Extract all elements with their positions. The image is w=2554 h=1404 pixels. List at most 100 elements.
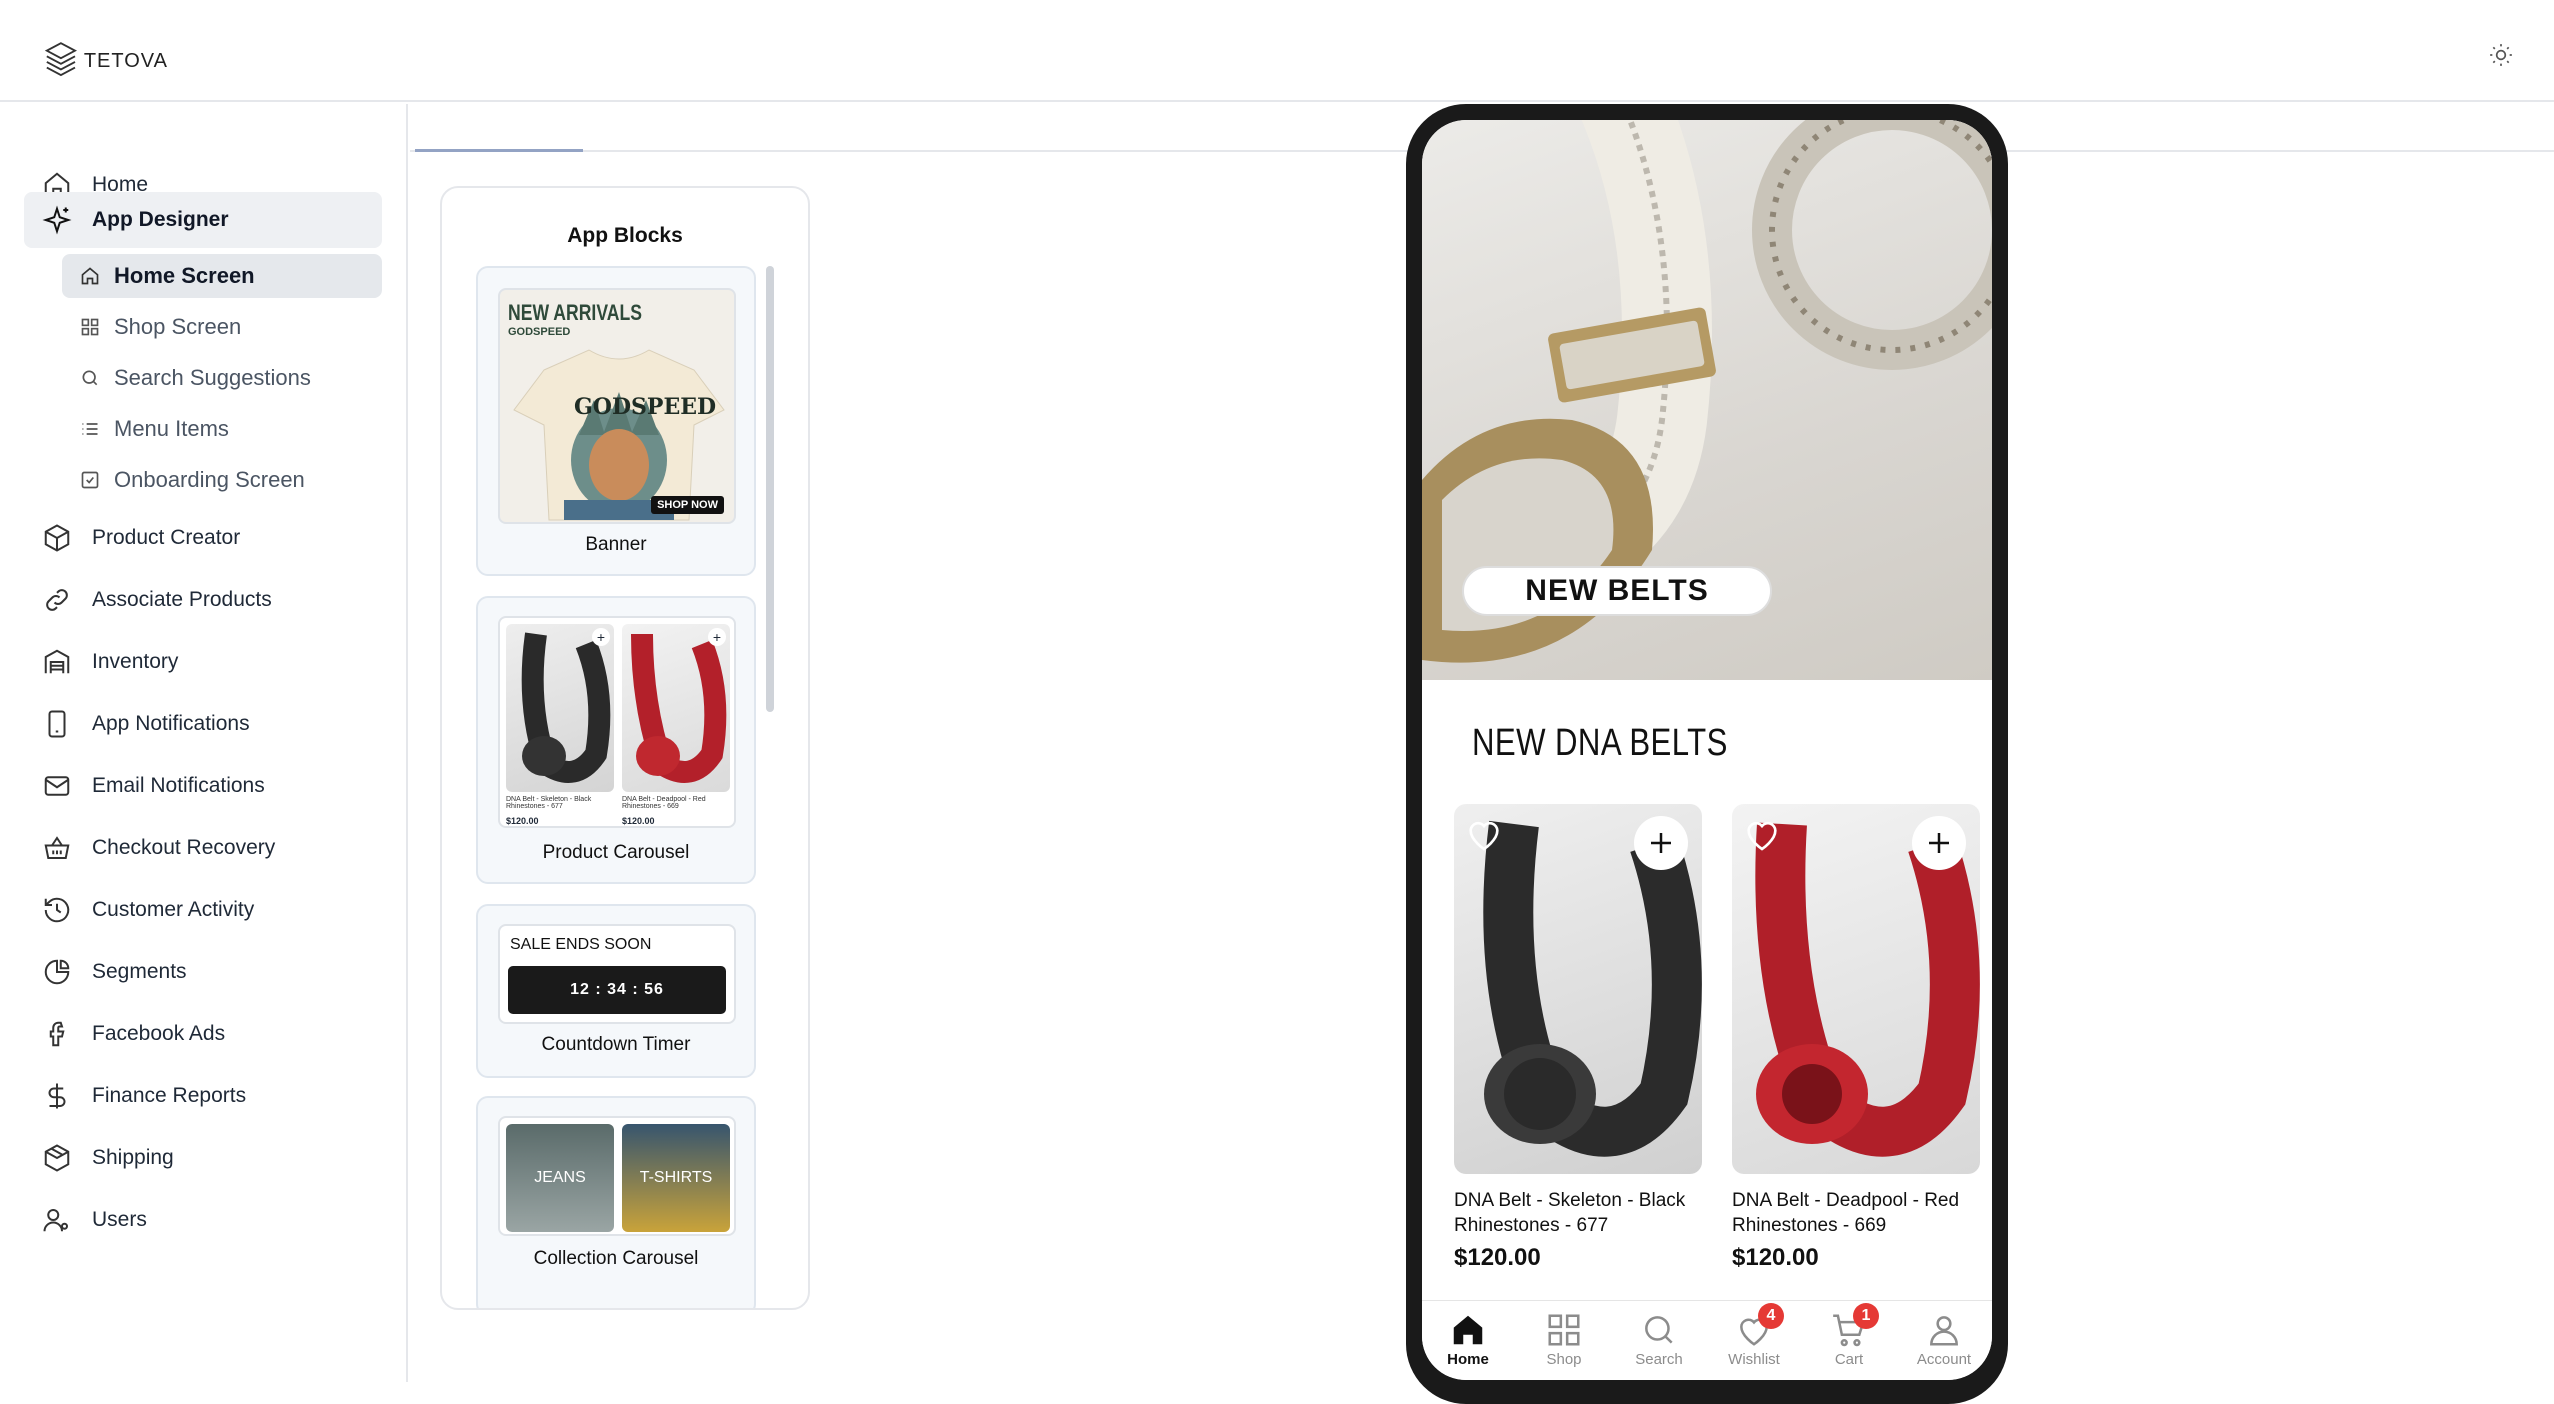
sidebar-item-segments[interactable]: Segments [24, 944, 382, 1000]
plus-icon: + [708, 628, 726, 646]
block-banner[interactable]: NEW ARRIVALS GODSPEED GODSPEED SHOP NOW … [476, 266, 756, 576]
timer-thumbnail: SALE ENDS SOON 12 : 34 : 56 [498, 924, 736, 1024]
top-bar: TETOVA [0, 0, 2554, 102]
heart-icon[interactable] [1742, 814, 1782, 854]
sidebar-item-label: Facebook Ads [92, 1022, 226, 1045]
tab-cart[interactable]: 1 Cart [1809, 1303, 1889, 1368]
sidebar: Home App Designer Home Screen Shop Scree… [0, 104, 408, 1382]
tab-label: Account [1916, 1351, 1972, 1368]
sidebar-subitem-label: Home Screen [114, 263, 255, 288]
heart-icon[interactable] [1464, 814, 1504, 854]
svg-text:GODSPEED: GODSPEED [574, 394, 716, 420]
block-collection-carousel[interactable]: JEANS T-SHIRTS Collection Carousel [476, 1096, 756, 1308]
sidebar-item-app-designer[interactable]: App Designer [24, 192, 382, 248]
sidebar-subitem-onboarding-screen[interactable]: Onboarding Screen [62, 458, 382, 502]
tab-label: Shop [1546, 1351, 1582, 1368]
active-tab-indicator [415, 149, 583, 152]
timer-thumb-time: 12 : 34 : 56 [508, 966, 726, 1014]
pie-chart-icon [44, 959, 70, 985]
block-product-carousel[interactable]: + DNA Belt - Skeleton - Black Rhinestone… [476, 596, 756, 884]
tab-label: Cart [1834, 1351, 1864, 1368]
users-icon [43, 1209, 68, 1232]
sidebar-item-label: Finance Reports [92, 1084, 247, 1107]
carousel-thumb-price-1: $120.00 [506, 816, 539, 826]
product-image [1454, 804, 1702, 1174]
collection-thumb-item-1: JEANS [506, 1124, 614, 1232]
block-countdown-timer[interactable]: SALE ENDS SOON 12 : 34 : 56 Countdown Ti… [476, 904, 756, 1078]
product-image [1732, 804, 1980, 1174]
hero-banner[interactable]: NEW BELTS [1422, 120, 1992, 680]
package-icon [44, 1144, 70, 1172]
theme-toggle-button[interactable] [2484, 38, 2518, 72]
sidebar-subitem-label: Menu Items [114, 416, 229, 441]
sidebar-subitem-label: Onboarding Screen [114, 467, 305, 492]
sidebar-item-label: Customer Activity [92, 898, 255, 921]
search-icon [82, 370, 98, 386]
sidebar-item-label: App Notifications [92, 712, 250, 735]
app-blocks-scrollbar[interactable] [766, 266, 774, 712]
phone-screen: NEW BELTS NEW DNA BELTS DNA Belt - Skele… [1422, 120, 1992, 1380]
black-belt-graphic [521, 632, 611, 783]
tab-home[interactable]: Home [1428, 1311, 1508, 1368]
sidebar-item-label: Shipping [92, 1146, 174, 1169]
sidebar-item-associate-products[interactable]: Associate Products [24, 572, 382, 628]
tab-wishlist[interactable]: 4 Wishlist [1714, 1303, 1794, 1368]
sidebar-subitem-home-screen[interactable]: Home Screen [62, 254, 382, 298]
sidebar-item-checkout-recovery[interactable]: Checkout Recovery [24, 820, 382, 876]
banner-thumb-cta: SHOP NOW [651, 496, 724, 514]
link-icon [46, 589, 68, 611]
grid-icon [1548, 1314, 1580, 1346]
sidebar-item-label: Email Notifications [92, 774, 265, 797]
sidebar-item-inventory[interactable]: Inventory [24, 634, 382, 690]
sparkle-icon [42, 205, 72, 235]
history-icon [44, 897, 70, 923]
tab-shop[interactable]: Shop [1524, 1311, 1604, 1368]
carousel-thumb-item-1: + [506, 624, 614, 792]
search-icon [1645, 1316, 1673, 1344]
tab-label: Home [1447, 1351, 1489, 1368]
carousel-thumb-name-2: DNA Belt - Deadpool - Red Rhinestones - … [622, 796, 706, 810]
home-icon [1453, 1315, 1483, 1345]
facebook-icon [49, 1021, 65, 1047]
phone-preview-frame: NEW BELTS NEW DNA BELTS DNA Belt - Skele… [1406, 104, 2008, 1404]
sidebar-item-email-notifications[interactable]: Email Notifications [24, 758, 382, 814]
sidebar-item-finance-reports[interactable]: Finance Reports [24, 1068, 382, 1124]
banner-thumbnail: NEW ARRIVALS GODSPEED GODSPEED SHOP NOW [498, 288, 736, 524]
collection-thumbnail: JEANS T-SHIRTS [498, 1116, 736, 1236]
plus-icon [1651, 833, 1671, 853]
bottom-tab-bar: Home Shop Search 4 Wishlist 1 Cart Accou… [1422, 1300, 1992, 1380]
collection-thumb-item-2: T-SHIRTS [622, 1124, 730, 1232]
carousel-thumb-price-2: $120.00 [622, 816, 655, 826]
grid-icon [81, 318, 99, 336]
sidebar-subitem-search-suggestions[interactable]: Search Suggestions [62, 356, 382, 400]
sidebar-subitem-label: Shop Screen [114, 314, 242, 339]
sidebar-item-customer-activity[interactable]: Customer Activity [24, 882, 382, 938]
app-logo[interactable]: TETOVA [44, 36, 168, 86]
add-to-cart-button[interactable] [1912, 816, 1966, 870]
sun-icon [2490, 44, 2512, 66]
phone-icon [48, 710, 66, 738]
list-icon [82, 423, 98, 435]
wishlist-badge: 4 [1758, 1303, 1784, 1329]
logo-icon [44, 42, 78, 77]
tab-account[interactable]: Account [1904, 1311, 1984, 1368]
sidebar-item-app-notifications[interactable]: App Notifications [24, 696, 382, 752]
app-blocks-panel: App Blocks NEW ARRIVALS GODSPEED GODSPEE… [440, 186, 810, 1310]
block-label: Countdown Timer [541, 1034, 691, 1055]
product-name: DNA Belt - Deadpool - Red Rhinestones - … [1732, 1190, 1960, 1236]
sidebar-subitem-menu-items[interactable]: Menu Items [62, 407, 382, 451]
sidebar-subitem-shop-screen[interactable]: Shop Screen [62, 305, 382, 349]
carousel-thumbnail: + DNA Belt - Skeleton - Black Rhinestone… [498, 616, 736, 828]
product-name: DNA Belt - Skeleton - Black Rhinestones … [1454, 1190, 1686, 1236]
sidebar-item-product-creator[interactable]: Product Creator [24, 510, 382, 566]
block-label: Banner [585, 534, 647, 555]
sidebar-item-facebook-ads[interactable]: Facebook Ads [24, 1006, 382, 1062]
block-label: Product Carousel [542, 842, 690, 863]
basket-icon [44, 836, 70, 859]
sidebar-item-users[interactable]: Users [24, 1192, 382, 1248]
plus-icon [1929, 833, 1949, 853]
banner-thumb-headline: NEW ARRIVALS [508, 300, 642, 325]
sidebar-item-shipping[interactable]: Shipping [24, 1130, 382, 1186]
add-to-cart-button[interactable] [1634, 816, 1688, 870]
tab-search[interactable]: Search [1619, 1311, 1699, 1368]
